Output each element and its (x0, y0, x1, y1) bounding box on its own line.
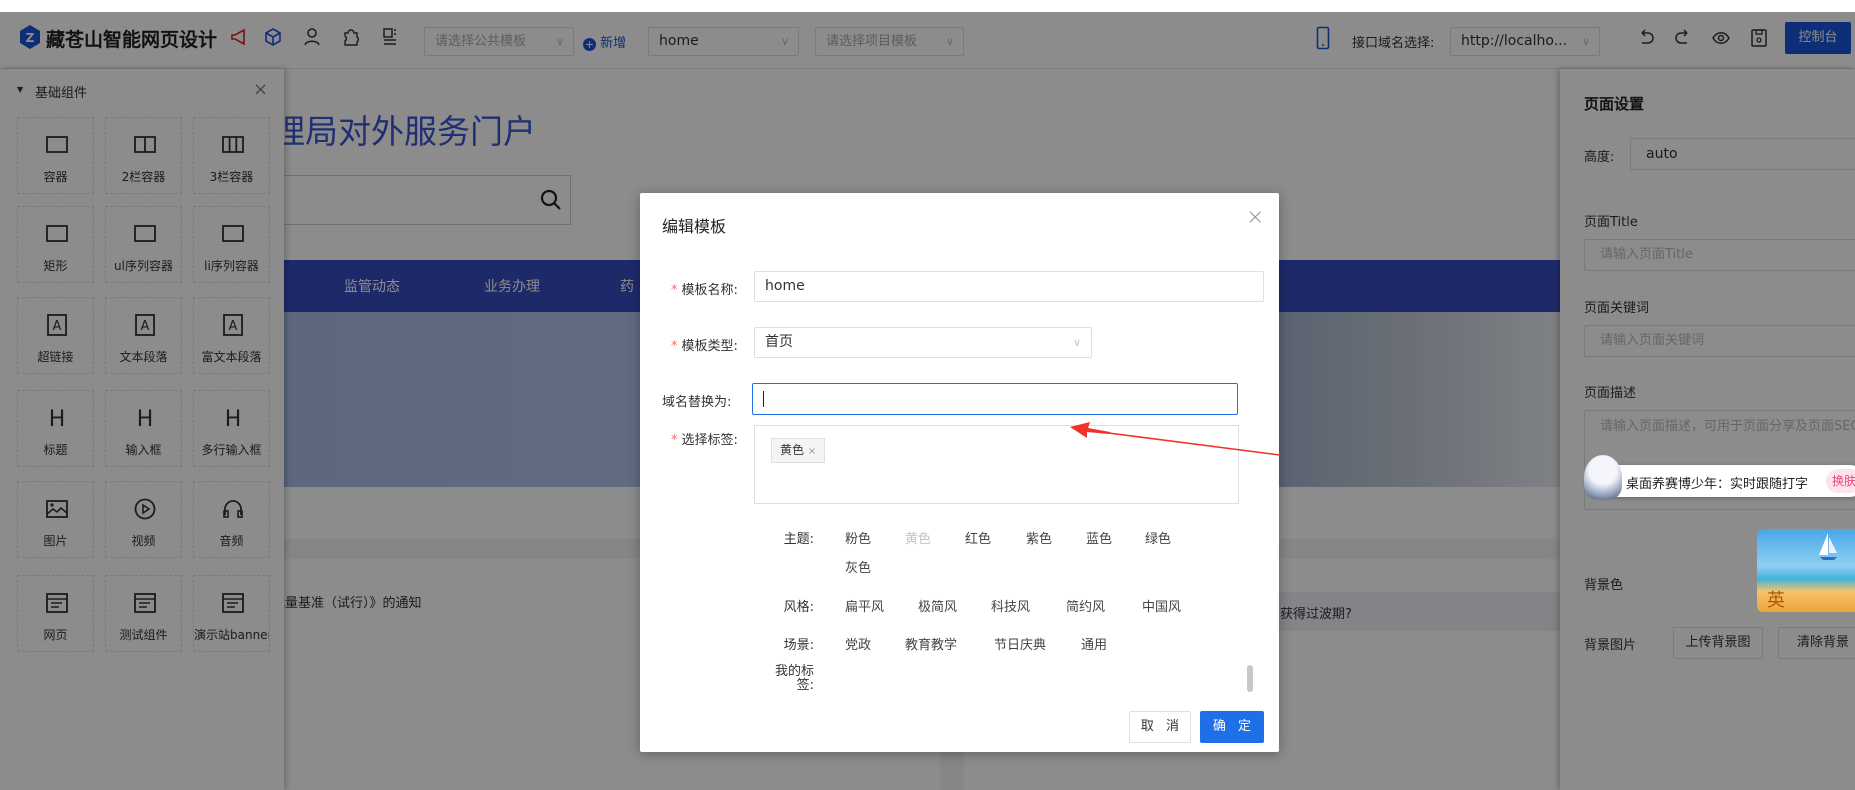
chevron-down-icon: ∨ (1072, 336, 1081, 349)
selected-tag-label: 黄色 (780, 443, 805, 457)
tag-option[interactable]: 教育教学 (905, 634, 957, 653)
tag-option[interactable]: 红色 (965, 528, 991, 547)
tag-option[interactable]: 蓝色 (1086, 528, 1112, 547)
ime-mode-label: 英 (1767, 590, 1785, 611)
select-tags-label: * 选择标签: (671, 433, 738, 448)
selected-tags-box[interactable]: 黄色 × (754, 425, 1239, 504)
template-type-value: 首页 (765, 334, 793, 350)
domain-replace-input[interactable] (752, 383, 1238, 415)
tag-group-label: 主题: (783, 532, 814, 547)
tag-option[interactable]: 紫色 (1026, 528, 1052, 547)
template-type-label: * 模板类型: (671, 339, 738, 354)
dialog-title: 编辑模板 (662, 217, 727, 236)
browser-top-band (0, 0, 1855, 12)
tag-option[interactable]: 中国风 (1142, 596, 1181, 615)
confirm-button[interactable]: 确 定 (1200, 711, 1264, 743)
tag-option[interactable]: 节日庆典 (994, 634, 1046, 653)
tag-option[interactable]: 粉色 (845, 528, 871, 547)
selected-tag: 黄色 × (771, 438, 826, 463)
cancel-button[interactable]: 取 消 (1129, 711, 1191, 743)
template-type-select[interactable]: 首页 ∨ (754, 327, 1092, 358)
tag-option[interactable]: 灰色 (845, 557, 871, 576)
ime-skin-widget[interactable]: 英 (1757, 529, 1855, 612)
close-dialog-icon[interactable]: × (1246, 205, 1264, 230)
tag-list-scrollbar[interactable] (1247, 665, 1253, 692)
text-cursor (763, 391, 764, 407)
skin-button[interactable]: 换肤 (1826, 469, 1855, 493)
tag-group-label: 风格: (783, 600, 814, 615)
tag-option[interactable]: 党政 (845, 634, 871, 653)
pet-avatar (1584, 455, 1622, 499)
tag-option[interactable]: 扁平风 (845, 596, 884, 615)
template-name-label: * 模板名称: (671, 283, 738, 298)
template-name-input[interactable]: home (754, 271, 1264, 302)
tag-option[interactable]: 极简风 (918, 596, 957, 615)
tag-option[interactable]: 黄色 (905, 528, 931, 547)
tag-group-label: 场景: (783, 638, 814, 653)
tag-option[interactable]: 科技风 (991, 596, 1030, 615)
typing-pet-widget[interactable]: 桌面养赛博少年：实时跟随打字 换肤 (1584, 455, 1855, 499)
edit-template-dialog: 编辑模板 × * 模板名称: home * 模板类型: 首页 ∨ 域名替换为: * 选择… (640, 193, 1279, 752)
domain-replace-label: 域名替换为: (662, 395, 732, 410)
remove-tag-icon[interactable]: × (808, 446, 816, 457)
pet-widget-text: 桌面养赛博少年：实时跟随打字 (1626, 477, 1809, 492)
tag-group-label: 我的标签: (774, 664, 814, 693)
tag-option[interactable]: 简约风 (1066, 596, 1105, 615)
tag-option[interactable]: 绿色 (1145, 528, 1171, 547)
tag-option[interactable]: 通用 (1081, 634, 1107, 653)
sailboat-icon (1819, 533, 1837, 560)
